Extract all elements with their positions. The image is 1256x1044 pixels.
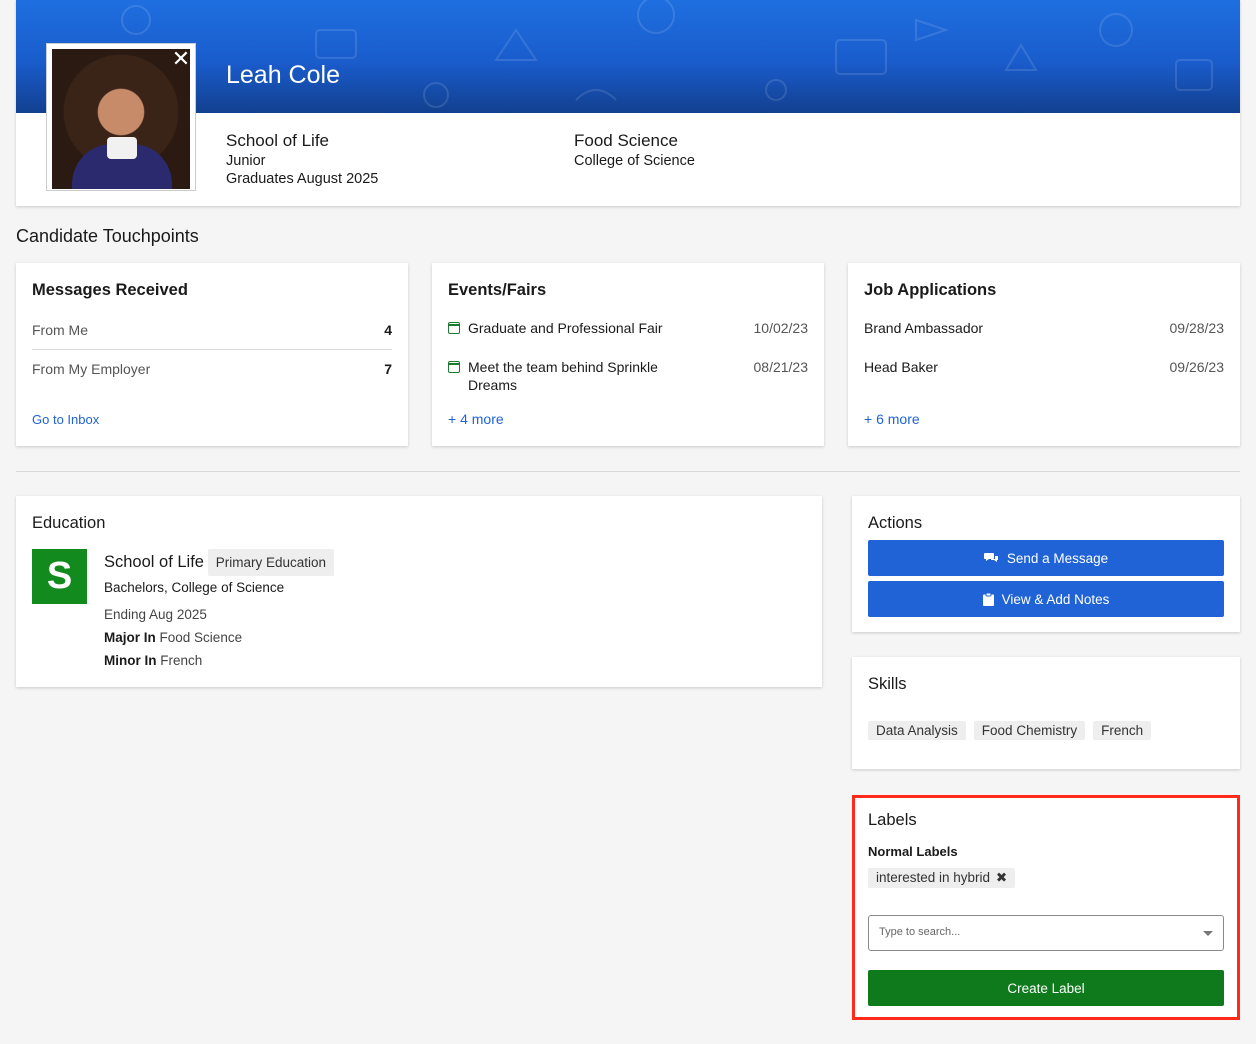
banner-pattern xyxy=(55,0,1213,108)
events-title: Events/Fairs xyxy=(448,281,547,299)
close-icon[interactable]: ✕ xyxy=(171,48,191,70)
calendar-icon xyxy=(448,361,460,373)
skill-tag: French xyxy=(1093,721,1152,740)
education-ending: Ending Aug 2025 xyxy=(104,607,207,622)
actions-card: Actions Send a Message View & Add Notes xyxy=(852,496,1240,632)
profile-banner xyxy=(16,0,1240,113)
education-tag: Primary Education xyxy=(207,549,335,576)
skills-list: Data Analysis Food Chemistry French xyxy=(868,721,1152,740)
major-value: Food Science xyxy=(159,630,243,645)
school-logo: S xyxy=(32,549,87,604)
section-divider xyxy=(16,471,1240,472)
label-chip: interested in hybrid ✖ xyxy=(868,868,1016,888)
events-card: Events/Fairs Graduate and Professional F… xyxy=(432,263,824,446)
event-item[interactable]: Graduate and Professional Fair 10/02/23 xyxy=(448,320,808,336)
major-label: Major In xyxy=(104,630,156,645)
normal-labels-title: Normal Labels xyxy=(868,844,958,859)
application-date: 09/26/23 xyxy=(1169,359,1225,375)
view-add-notes-button[interactable]: View & Add Notes xyxy=(868,581,1224,617)
event-name: Graduate and Professional Fair xyxy=(468,320,663,336)
application-name: Head Baker xyxy=(864,359,938,375)
college-name: College of Science xyxy=(574,153,695,169)
education-details: School of Life Primary Education Bachelo… xyxy=(104,549,335,672)
divider xyxy=(32,349,392,350)
actions-title: Actions xyxy=(868,514,923,532)
application-item[interactable]: Brand Ambassador 09/28/23 xyxy=(864,320,1224,336)
skill-tag: Food Chemistry xyxy=(973,721,1086,740)
event-date: 10/02/23 xyxy=(753,320,809,336)
event-item[interactable]: Meet the team behind Sprinkle Dreams 08/… xyxy=(448,358,808,394)
applications-card: Job Applications Brand Ambassador 09/28/… xyxy=(848,263,1240,446)
applications-title: Job Applications xyxy=(864,281,997,299)
school-name: School of Life xyxy=(226,131,330,150)
calendar-check-icon xyxy=(448,322,460,334)
graduation-date: Graduates August 2025 xyxy=(226,171,379,187)
profile-card: ✕ Leah Cole School of Life Junior Gradua… xyxy=(16,0,1240,206)
messages-card: Messages Received From Me 4 From My Empl… xyxy=(16,263,408,446)
education-card: Education S School of Life Primary Educa… xyxy=(16,496,822,687)
skills-title: Skills xyxy=(868,675,907,693)
send-message-button[interactable]: Send a Message xyxy=(868,540,1224,576)
clipboard-icon xyxy=(982,592,994,606)
send-message-label: Send a Message xyxy=(1006,550,1109,566)
education-major: Major In Food Science xyxy=(104,626,334,649)
label-search-input[interactable]: Type to search... xyxy=(868,915,1224,951)
education-school: School of Life xyxy=(104,553,204,571)
messages-row-from-employer: From My Employer 7 xyxy=(32,361,392,377)
messages-row-count: 7 xyxy=(384,361,392,377)
chat-icon xyxy=(983,552,998,562)
chevron-down-icon[interactable] xyxy=(1203,931,1213,936)
application-name: Brand Ambassador xyxy=(864,320,984,336)
events-more-link[interactable]: + 4 more xyxy=(448,411,504,427)
applications-more-link[interactable]: + 6 more xyxy=(864,411,920,427)
minor-value: French xyxy=(160,653,203,668)
messages-row-label: From My Employer xyxy=(32,361,151,377)
major-info: Food Science College of Science xyxy=(574,131,695,170)
remove-label-icon[interactable]: ✖ xyxy=(996,870,1007,885)
education-minor: Minor In French xyxy=(104,649,334,672)
school-info: School of Life Junior Graduates August 2… xyxy=(226,131,378,188)
avatar-photo xyxy=(52,49,190,189)
create-label-button[interactable]: Create Label xyxy=(868,970,1224,1006)
skill-tag: Data Analysis xyxy=(868,721,966,740)
event-name-cont: Dreams xyxy=(468,377,518,393)
labels-title: Labels xyxy=(868,811,917,829)
education-degree: Bachelors, College of Science xyxy=(104,580,285,595)
event-date: 08/21/23 xyxy=(753,359,809,375)
messages-row-from-me: From Me 4 xyxy=(32,322,392,338)
application-item[interactable]: Head Baker 09/26/23 xyxy=(864,359,1224,375)
section-title-touchpoints: Candidate Touchpoints xyxy=(16,226,199,246)
go-to-inbox-link[interactable]: Go to Inbox xyxy=(32,412,99,427)
application-date: 09/28/23 xyxy=(1169,320,1225,336)
labels-card: Labels Normal Labels interested in hybri… xyxy=(852,795,1240,1020)
messages-row-label: From Me xyxy=(32,322,88,338)
label-search-placeholder: Type to search... xyxy=(879,926,961,938)
event-name: Meet the team behind Sprinkle xyxy=(468,359,658,375)
messages-title: Messages Received xyxy=(32,281,188,299)
minor-label: Minor In xyxy=(104,653,157,668)
label-chip-text: interested in hybrid xyxy=(876,870,991,885)
candidate-name: Leah Cole xyxy=(226,61,340,89)
class-year: Junior xyxy=(226,153,266,169)
education-title: Education xyxy=(32,514,106,532)
view-add-notes-label: View & Add Notes xyxy=(1001,591,1110,607)
messages-row-count: 4 xyxy=(384,322,392,338)
major-name: Food Science xyxy=(574,131,678,150)
skills-card: Skills Data Analysis Food Chemistry Fren… xyxy=(852,657,1240,769)
